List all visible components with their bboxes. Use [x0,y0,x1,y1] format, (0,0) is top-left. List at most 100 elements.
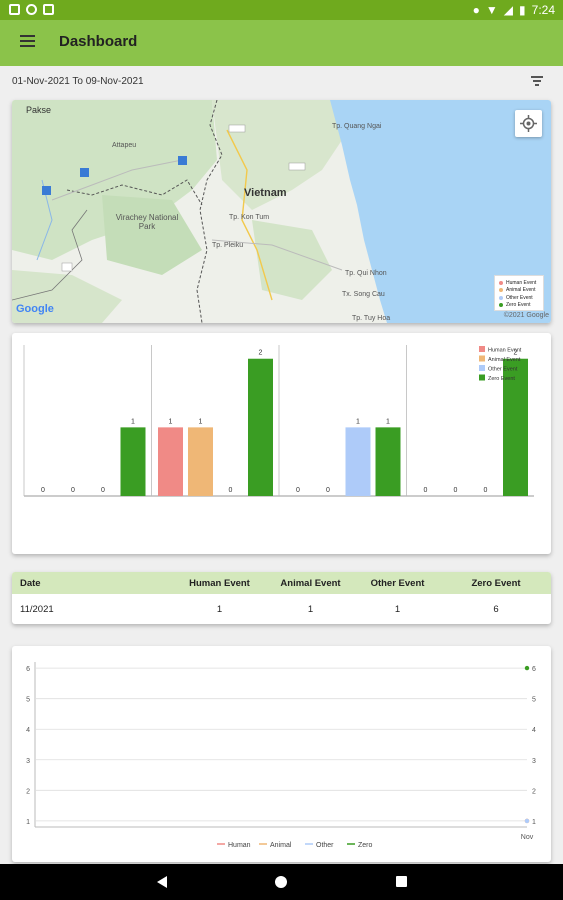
y-tick-label: 5 [26,697,30,704]
system-nav-bar [0,864,563,900]
map-legend-item: Zero Event [499,302,539,310]
sync-notification-icon [26,4,37,15]
data-label: 1 [131,418,135,425]
event-summary-table: Date Human Event Animal Event Other Even… [12,572,551,624]
zero-dot-icon [499,303,503,308]
data-label: 0 [101,487,105,494]
table-cell: 6 [493,603,499,615]
column-header: Animal Event [280,577,341,589]
event-bar-chart: 0 0 01 1 1020 01 10 0 02Human EventAnimal EventO… [23,345,534,497]
y-tick-label: 3 [532,758,536,765]
column-header: Zero Event [471,577,521,589]
event-line-chart: 1 1 2 2 3 3 4 4 5 5 6 6 Nov Human Animal Other Zero [26,662,536,849]
map-label: Tp. Quang Ngai [332,123,382,130]
date-range-text[interactable]: 01-Nov-2021 To 09-Nov-2021 [12,76,144,87]
bar [120,427,146,496]
other-dot-icon [499,295,503,300]
bar [158,427,183,496]
my-location-button[interactable] [515,110,542,137]
map-view[interactable]: Pakse Vietnam Virachey National Park Tp.… [12,100,551,323]
notification-icons [9,4,54,15]
y-tick-label: 2 [532,788,536,795]
data-label: 0 [229,487,233,494]
data-label: 2 [259,350,263,357]
map-label: Attapeu [112,142,137,149]
app-notification-icon [9,4,20,15]
bar [375,427,401,496]
map-legend: Human Event Animal Event Other Event Zer… [494,275,544,311]
column-header: Date [20,577,41,589]
bar [345,427,371,496]
y-tick-label: 1 [26,819,30,826]
menu-icon[interactable] [20,35,35,49]
legend-swatch [479,355,485,362]
animal-dot-icon [499,288,503,293]
recent-apps-icon[interactable] [396,876,407,887]
crosshair-icon [520,115,537,132]
legend-swatch [479,374,485,381]
y-tick-label: 6 [26,666,30,673]
table-header: Date Human Event Animal Event Other Even… [12,572,551,594]
table-cell: 1 [216,603,223,615]
bar [188,427,213,496]
app-bar: Dashboard [0,20,563,66]
map-label: Vietnam [244,187,287,199]
legend-label: Other [316,842,334,849]
google-logo: Google [16,303,54,315]
y-tick-label: 5 [532,697,536,704]
data-label: 0 [326,487,330,494]
sd-card-icon [43,4,54,15]
map-label: Virachey National Park [115,213,179,231]
legend-label: Human [228,842,251,849]
event-bar-chart-card: 0 0 0 1 1 1 0 2 0 0 1 1 0 0 0 2 Human Event Animal Event O… [12,333,551,554]
home-icon[interactable] [275,876,287,888]
y-tick-label: 6 [532,666,536,673]
page-title: Dashboard [59,33,138,50]
legend-swatch [479,346,485,352]
back-icon[interactable] [157,876,167,888]
data-label: 0 [41,487,45,494]
column-header: Human Event [189,577,250,589]
legend-label: Animal Event [488,357,521,363]
map-legend-item: Other Event [499,294,539,302]
map-legend-item: Human Event [499,279,539,287]
filter-icon[interactable] [531,76,543,86]
y-tick-label: 1 [532,819,536,826]
map-label: Pakse [26,105,52,115]
location-icon: ● [472,3,480,17]
table-row[interactable]: 11/2021 1 1 1 6 [12,594,551,624]
map-legend-item: Animal Event [499,287,539,295]
legend-label: Other Event [488,367,518,373]
human-dot-icon [499,280,503,285]
y-tick-label: 4 [26,727,30,734]
table-cell: 1 [394,603,401,615]
legend-label: Zero [358,842,373,849]
map-copyright: ©2021 Google [503,312,549,319]
table-cell: 1 [307,603,314,615]
map-label: Tp. Kon Tum [229,214,270,221]
y-tick-label: 4 [532,727,536,734]
legend-swatch [479,365,485,371]
signal-icon: ◢ [503,3,514,17]
x-tick-label: Nov [521,834,534,841]
data-label: 1 [169,418,173,425]
data-label: 1 [386,418,390,425]
map-label: Tp. Tuy Hoa [352,315,391,322]
legend-label: Zero Event [488,376,515,382]
y-tick-label: 2 [26,788,30,795]
data-label: 0 [296,487,300,494]
map-label: Tp. Pleiku [212,242,244,249]
battery-icon: ▮ [519,3,526,17]
y-tick-label: 3 [26,758,30,765]
data-label: 1 [199,418,203,425]
column-header: Other Event [370,577,425,589]
map-label: Tx. Song Cau [342,291,385,298]
wifi-icon: ▼ [485,3,498,17]
data-label: 0 [484,487,488,494]
table-cell: 11/2021 [20,603,54,615]
legend-label: Human Event [488,348,522,354]
data-label: 0 [424,487,428,494]
map-label: Tp. Qui Nhon [345,270,387,277]
data-label: 0 [454,487,458,494]
event-line-chart-card: 1 1 2 2 3 3 4 4 5 5 6 6 Nov Human Animal Other Zero [12,646,551,862]
